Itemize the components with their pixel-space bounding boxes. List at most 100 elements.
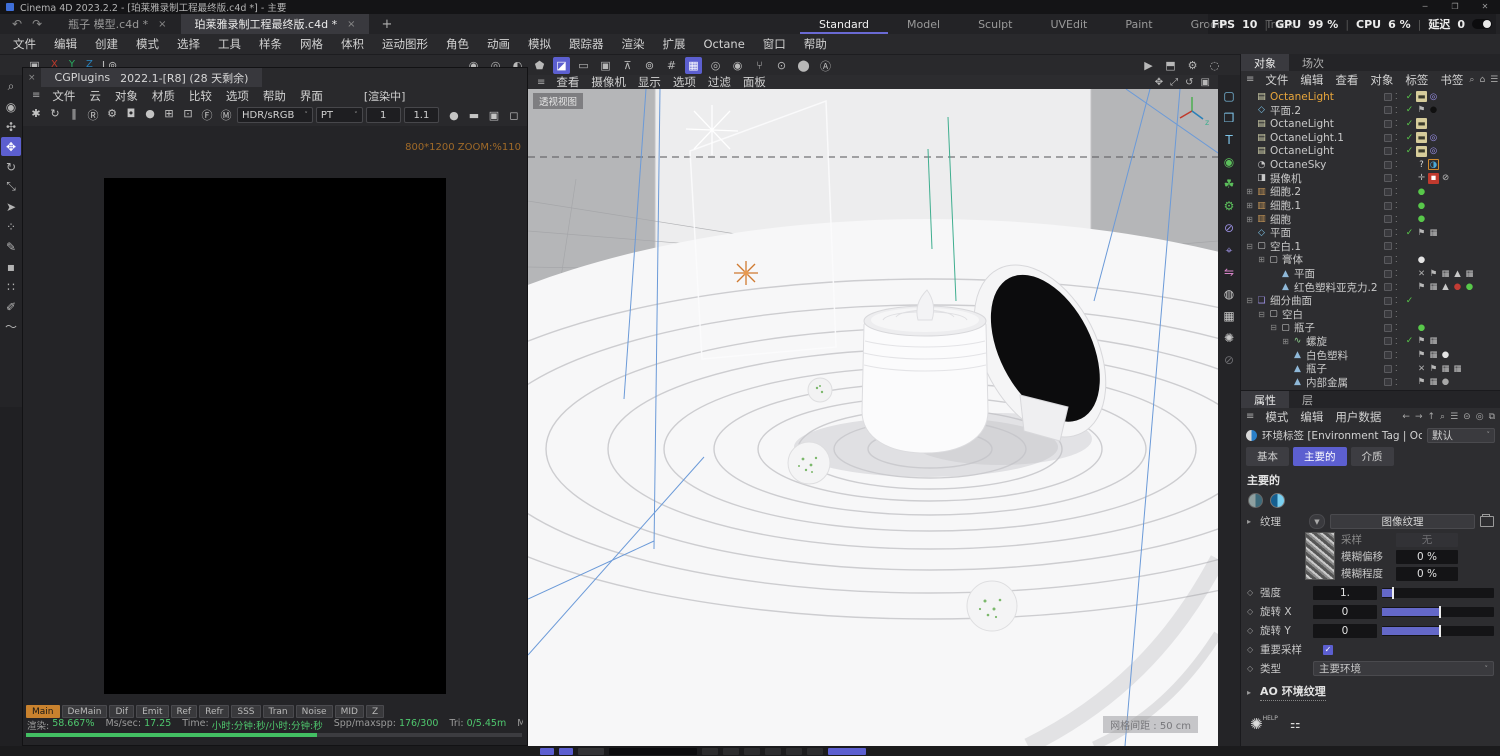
object-row[interactable]: ⊞▢膏体⁚● bbox=[1241, 253, 1500, 267]
layer-chip-icon[interactable] bbox=[1384, 242, 1392, 250]
object-menu-item[interactable]: 查看 bbox=[1329, 72, 1364, 88]
visibility-dots-icon[interactable]: ⁚ bbox=[1395, 364, 1403, 373]
object-row[interactable]: ◇平面⁚✓⚑▦ bbox=[1241, 226, 1500, 240]
object-tag-icon[interactable]: ▦ bbox=[1440, 363, 1451, 374]
visibility-dots-icon[interactable]: ⁚ bbox=[1395, 215, 1403, 224]
slider-track[interactable] bbox=[1382, 626, 1494, 636]
object-tag-icon[interactable]: ▦ bbox=[1428, 350, 1439, 361]
create-object-icon[interactable]: ▢ bbox=[1220, 87, 1238, 105]
visibility-dots-icon[interactable]: ⁚ bbox=[1395, 323, 1403, 332]
viewport-menu-item[interactable]: 选项 bbox=[667, 75, 702, 90]
create-object-icon[interactable]: ☘ bbox=[1220, 175, 1238, 193]
object-tag-icon[interactable]: ● bbox=[1440, 350, 1451, 361]
object-tag-icon[interactable]: ⚑ bbox=[1416, 336, 1427, 347]
document-tab[interactable]: 瓶子 模型.c4d * × bbox=[54, 14, 180, 34]
object-row[interactable]: ▲瓶子⁚✕⚑▦▦ bbox=[1241, 362, 1500, 376]
layer-chip-icon[interactable] bbox=[1384, 120, 1392, 128]
close-tab-icon[interactable]: × bbox=[158, 19, 166, 30]
enabled-check-icon[interactable]: ✓ bbox=[1403, 336, 1416, 346]
slider-track[interactable] bbox=[1382, 607, 1494, 617]
object-tag-icon[interactable]: ▬ bbox=[1416, 146, 1427, 157]
create-object-icon[interactable]: ⊘ bbox=[1220, 219, 1238, 237]
object-name[interactable]: OctaneLight bbox=[1268, 145, 1334, 157]
expand-icon[interactable]: ⊟ bbox=[1244, 242, 1255, 251]
object-tag-icon[interactable]: ● bbox=[1416, 254, 1427, 265]
tool-icon[interactable]: ⤡ bbox=[1, 177, 21, 196]
attribute-section-tab[interactable]: 主要的 bbox=[1293, 447, 1347, 466]
object-tag-icon[interactable]: ▲ bbox=[1452, 268, 1463, 279]
toolbar-icon[interactable]: ⊚ bbox=[641, 57, 658, 74]
slider-value-field[interactable]: 0 bbox=[1313, 605, 1377, 619]
expand-icon[interactable]: ⊞ bbox=[1280, 337, 1291, 346]
tool-icon[interactable]: ∷ bbox=[1, 277, 21, 296]
toolbar-icon[interactable]: # bbox=[663, 57, 680, 74]
object-row[interactable]: ▤OctaneLight⁚✓▬◎ bbox=[1241, 144, 1500, 158]
object-tag-icon[interactable]: ▬ bbox=[1416, 132, 1427, 143]
visibility-dots-icon[interactable]: ⁚ bbox=[1395, 310, 1403, 319]
object-row[interactable]: ⊞▥细胞.1⁚● bbox=[1241, 199, 1500, 213]
object-tag-icon[interactable]: ▦ bbox=[1464, 268, 1475, 279]
panel-tab[interactable]: 场次 bbox=[1289, 54, 1337, 71]
menu-item[interactable]: 窗口 bbox=[754, 36, 795, 52]
visibility-dots-icon[interactable]: ⁚ bbox=[1395, 133, 1403, 142]
layer-chip-icon[interactable] bbox=[1384, 310, 1392, 318]
create-object-icon[interactable]: ⌖ bbox=[1220, 241, 1238, 259]
expand-icon[interactable]: ⊟ bbox=[1244, 296, 1255, 305]
tool-icon[interactable]: ▪ bbox=[1, 257, 21, 276]
render-pass-tab[interactable]: Noise bbox=[296, 705, 333, 718]
attribute-nav-icon[interactable]: ⌕ bbox=[1440, 412, 1445, 422]
layer-chip-icon[interactable] bbox=[1384, 324, 1392, 332]
object-name[interactable]: 内部金属 bbox=[1304, 375, 1348, 390]
menu-item[interactable]: 扩展 bbox=[654, 36, 695, 52]
expand-icon[interactable]: ⊞ bbox=[1244, 215, 1255, 224]
layer-chip-icon[interactable] bbox=[1384, 134, 1392, 142]
toolbar-icon[interactable]: ⬟ bbox=[531, 57, 548, 74]
render-pass-tab[interactable]: Ref bbox=[171, 705, 198, 718]
object-row[interactable]: ⊟▢空白.1⁚ bbox=[1241, 240, 1500, 254]
object-row[interactable]: ▲平面⁚✕⚑▦▲▦ bbox=[1241, 267, 1500, 281]
create-object-icon[interactable]: ✺ bbox=[1220, 329, 1238, 347]
object-row[interactable]: ◨摄像机⁚✛▪⊘ bbox=[1241, 172, 1500, 186]
close-button[interactable]: ✕ bbox=[1470, 0, 1500, 14]
object-menu-item[interactable]: 编辑 bbox=[1294, 72, 1329, 88]
octane-menu-item[interactable]: 文件 bbox=[45, 88, 82, 104]
visibility-dots-icon[interactable]: ⁚ bbox=[1395, 92, 1403, 101]
gamma-field[interactable]: 1.1 bbox=[404, 107, 439, 123]
create-object-icon[interactable]: ▦ bbox=[1220, 307, 1238, 325]
object-manager-icon[interactable]: ☰ bbox=[1490, 75, 1498, 85]
colorspace-dropdown[interactable]: HDR/sRGB˅ bbox=[237, 107, 313, 123]
enabled-check-icon[interactable]: ✓ bbox=[1403, 146, 1416, 156]
layer-chip-icon[interactable] bbox=[1384, 188, 1392, 196]
layer-chip-icon[interactable] bbox=[1384, 106, 1392, 114]
maximize-button[interactable]: ❐ bbox=[1440, 0, 1470, 14]
layer-chip-icon[interactable] bbox=[1384, 229, 1392, 237]
layout-tab[interactable]: Sculpt bbox=[959, 14, 1031, 34]
object-tag-icon[interactable]: ⚑ bbox=[1416, 350, 1427, 361]
ao-section-row[interactable]: ▸ AO 环境纹理 bbox=[1241, 678, 1500, 706]
attribute-menu-item[interactable]: 模式 bbox=[1259, 409, 1294, 425]
close-icon[interactable]: × bbox=[23, 73, 41, 83]
viewport-scene[interactable]: z bbox=[528, 89, 1218, 746]
visibility-dots-icon[interactable]: ⁚ bbox=[1395, 160, 1403, 169]
param-value[interactable]: 0 % bbox=[1396, 550, 1458, 564]
octane-menu-item[interactable]: 界面 bbox=[293, 88, 330, 104]
object-tag-icon[interactable]: ✕ bbox=[1416, 268, 1427, 279]
slider-value-field[interactable]: 0 bbox=[1313, 624, 1377, 638]
object-tag-icon[interactable]: ⚑ bbox=[1416, 105, 1427, 116]
timeline-button[interactable] bbox=[723, 748, 739, 755]
attribute-nav-icon[interactable]: ↑ bbox=[1427, 412, 1435, 422]
panel-tab[interactable]: 对象 bbox=[1241, 54, 1289, 71]
enabled-check-icon[interactable]: ✓ bbox=[1403, 119, 1416, 129]
daylight-toggle-icon[interactable] bbox=[1248, 493, 1263, 508]
keyframe-dot-icon[interactable]: ◇ bbox=[1247, 626, 1255, 635]
object-name[interactable]: OctaneLight bbox=[1268, 118, 1334, 130]
object-tag-icon[interactable]: ● bbox=[1416, 214, 1427, 225]
expand-arrow-icon[interactable]: ▸ bbox=[1247, 688, 1255, 697]
layer-chip-icon[interactable] bbox=[1384, 93, 1392, 101]
layout-tab[interactable]: Paint bbox=[1106, 14, 1171, 34]
viewport-menu-item[interactable]: 摄像机 bbox=[585, 75, 632, 90]
layer-chip-icon[interactable] bbox=[1384, 337, 1392, 345]
expand-icon[interactable]: ⊟ bbox=[1268, 323, 1279, 332]
tool-icon[interactable]: ✎ bbox=[1, 237, 21, 256]
object-tag-icon[interactable]: ▬ bbox=[1416, 118, 1427, 129]
